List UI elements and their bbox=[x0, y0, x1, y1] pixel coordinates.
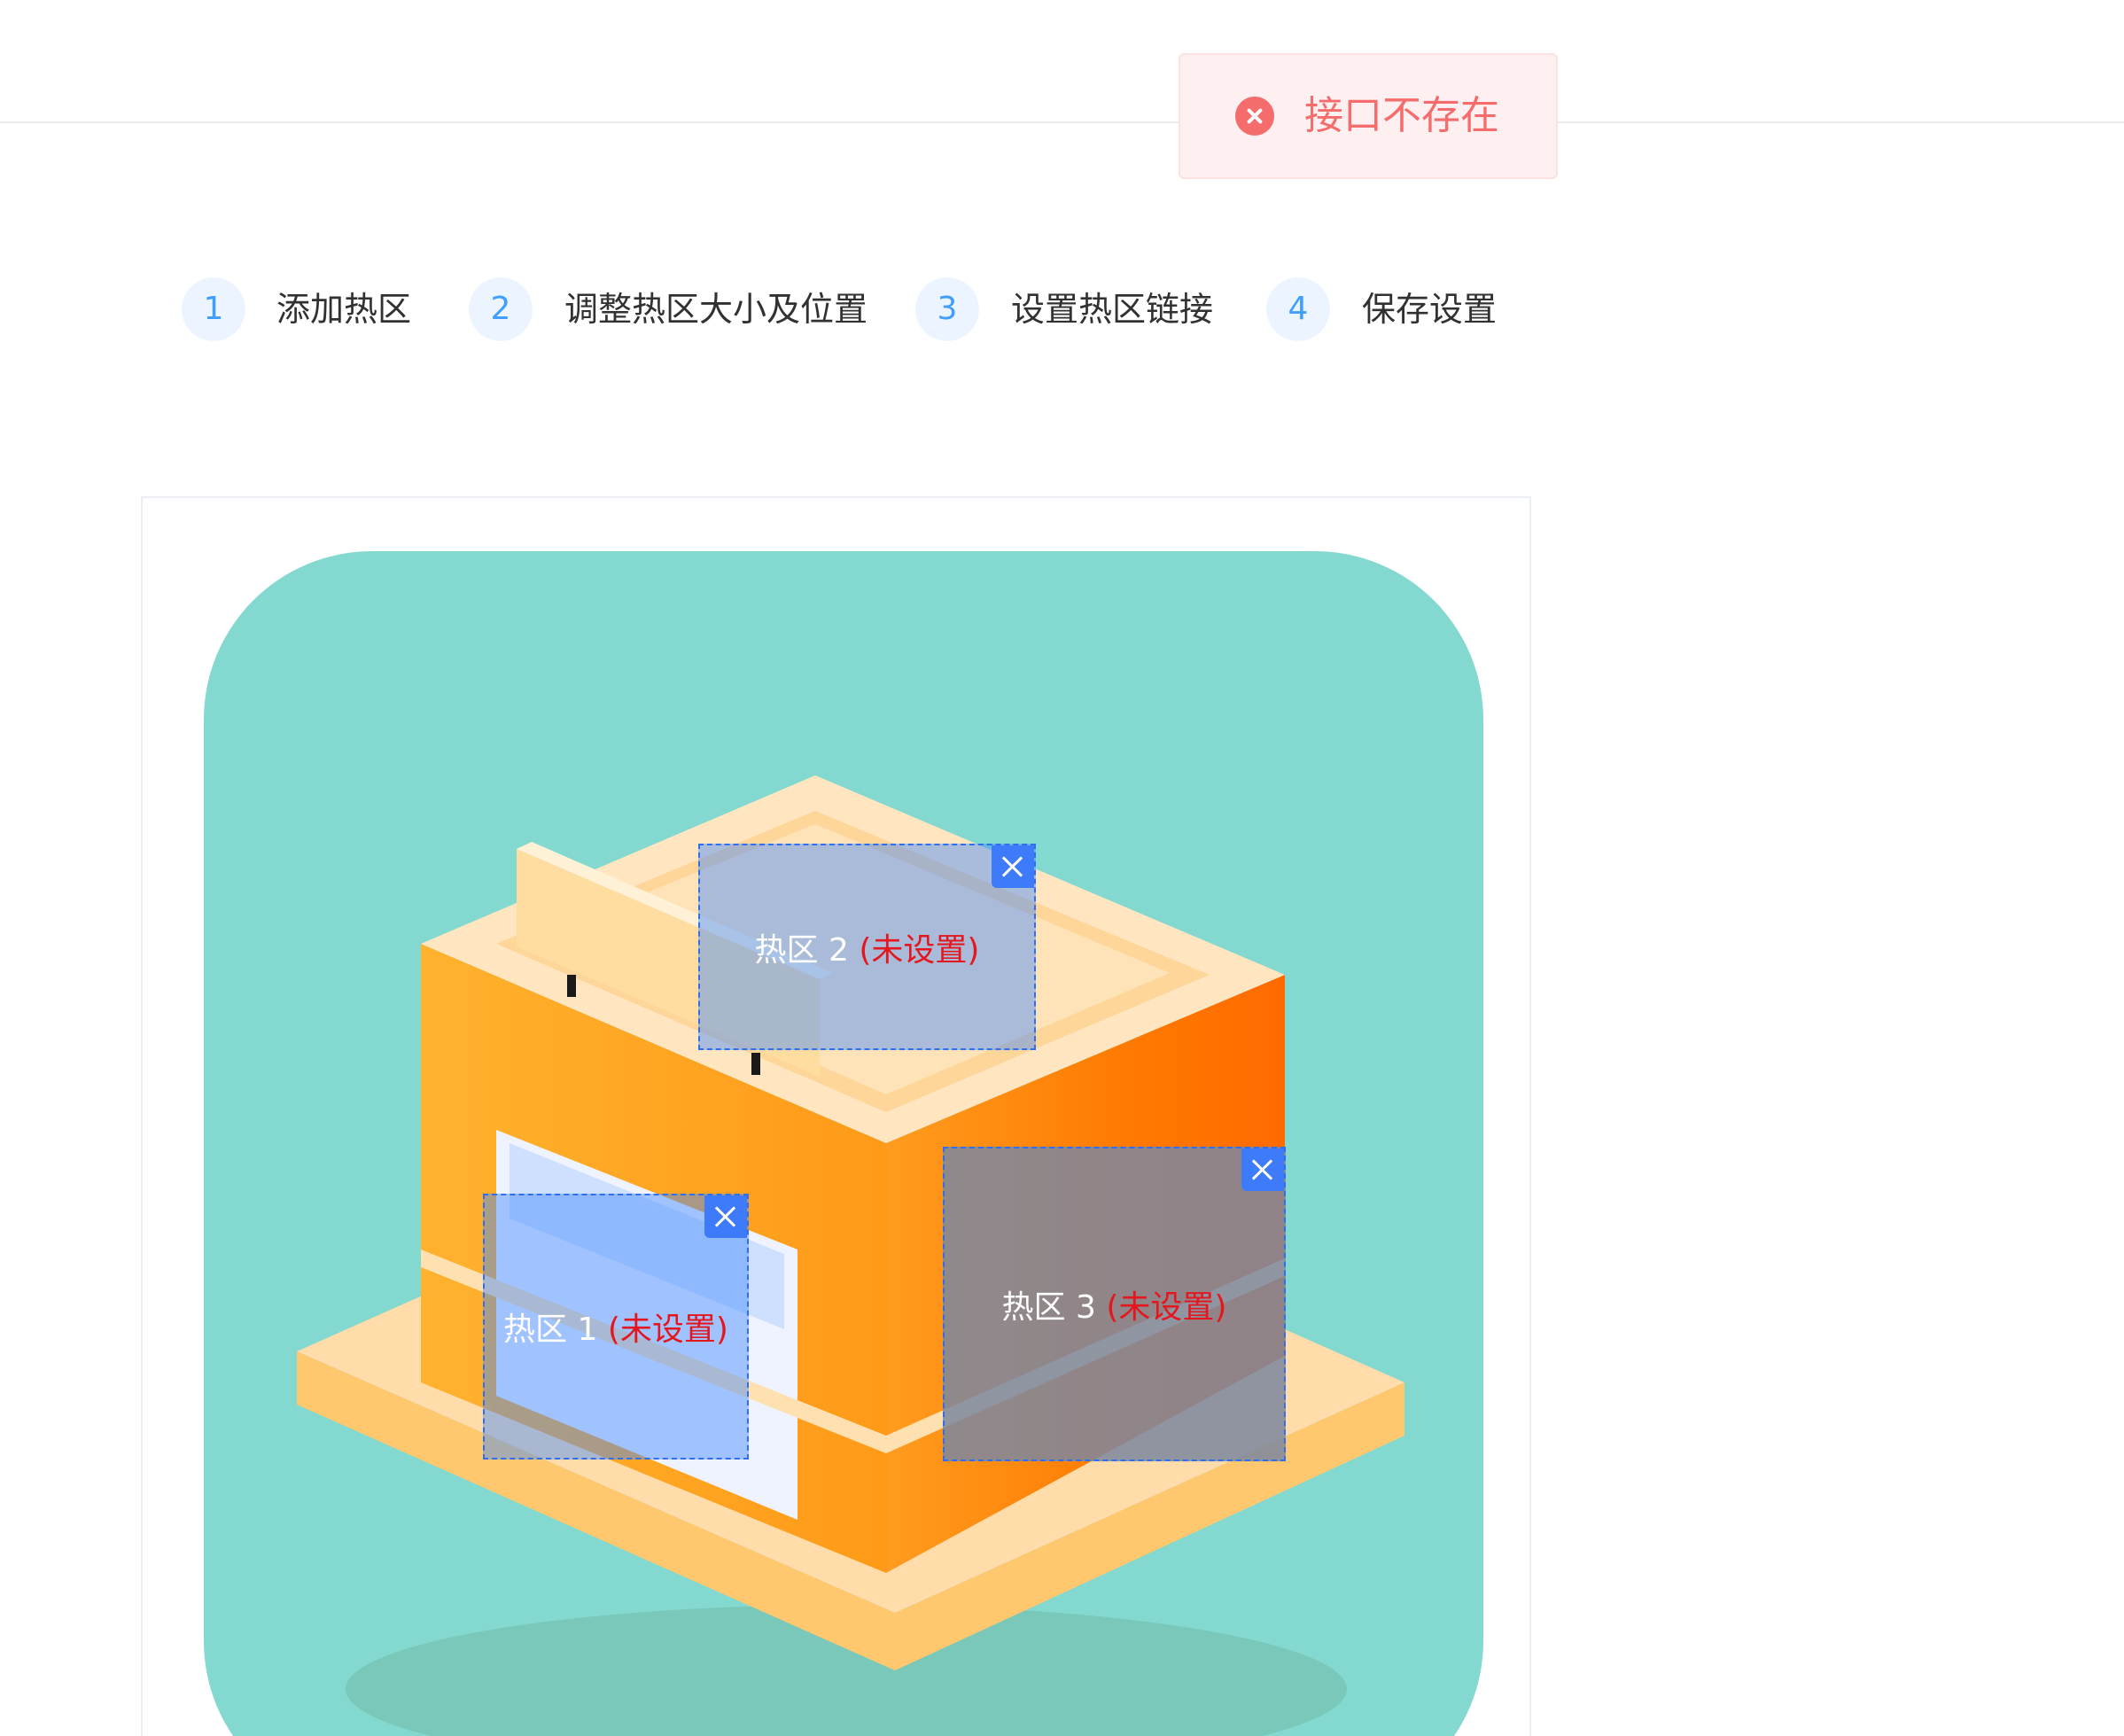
hotspot-2-label: 热区 2 (未设置) bbox=[700, 924, 1034, 970]
hotspot-3-title: 热区 3 bbox=[1001, 1288, 1096, 1326]
hotspot-2[interactable]: 热区 2 (未设置) bbox=[698, 844, 1036, 1050]
hotspot-1-title: 热区 1 bbox=[503, 1312, 598, 1348]
hotspot-2-status: (未设置) bbox=[859, 931, 980, 969]
hotspot-2-title: 热区 2 bbox=[754, 931, 849, 969]
hotspot-1-label: 热区 1 (未设置) bbox=[485, 1304, 747, 1350]
close-icon[interactable] bbox=[992, 845, 1034, 888]
hotspot-3-label: 热区 3 (未设置) bbox=[945, 1281, 1284, 1327]
hotspot-3-status: (未设置) bbox=[1106, 1288, 1227, 1326]
hotspot-1-status: (未设置) bbox=[607, 1312, 728, 1348]
close-icon[interactable] bbox=[1241, 1148, 1284, 1191]
hotspot-editor-page: 接口不存在 1 添加热区 2 调整热区大小及位置 3 设置热区链接 4 保存设置 bbox=[0, 0, 2124, 1736]
store-illustration-image bbox=[204, 551, 1483, 1736]
hotspot-3[interactable]: 热区 3 (未设置) bbox=[943, 1147, 1286, 1461]
close-icon[interactable] bbox=[704, 1195, 747, 1238]
hotspot-1[interactable]: 热区 1 (未设置) bbox=[483, 1194, 749, 1460]
